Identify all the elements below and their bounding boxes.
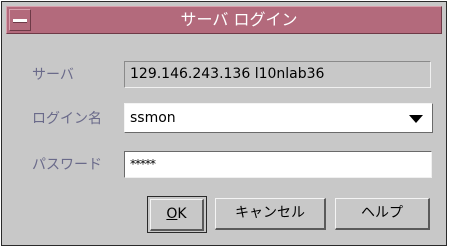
password-label: パスワード (32, 157, 102, 173)
window-menu-icon (13, 19, 27, 23)
ok-mnemonic: O (166, 206, 178, 222)
login-name-select[interactable]: ssmon (124, 103, 433, 133)
login-dialog: サーバ ログイン サーバ 129.146.243.136 l10nlab36 ロ… (1, 1, 447, 246)
login-name-value: ssmon (130, 110, 176, 126)
ok-button[interactable]: OK (150, 199, 204, 231)
login-name-label: ログイン名 (32, 111, 102, 127)
chevron-down-icon[interactable] (409, 115, 423, 123)
help-button[interactable]: ヘルプ (335, 198, 430, 230)
server-label: サーバ (32, 67, 74, 83)
cancel-button[interactable]: キャンセル (215, 198, 326, 230)
ok-label-rest: K (177, 206, 187, 222)
server-field: 129.146.243.136 l10nlab36 (124, 61, 431, 88)
window-menu-button[interactable] (9, 9, 31, 31)
password-field[interactable]: ***** (124, 151, 432, 178)
window-title: サーバ ログイン (180, 10, 298, 29)
title-bar[interactable]: サーバ ログイン (6, 6, 442, 34)
ok-button-default-frame: OK (147, 196, 207, 233)
